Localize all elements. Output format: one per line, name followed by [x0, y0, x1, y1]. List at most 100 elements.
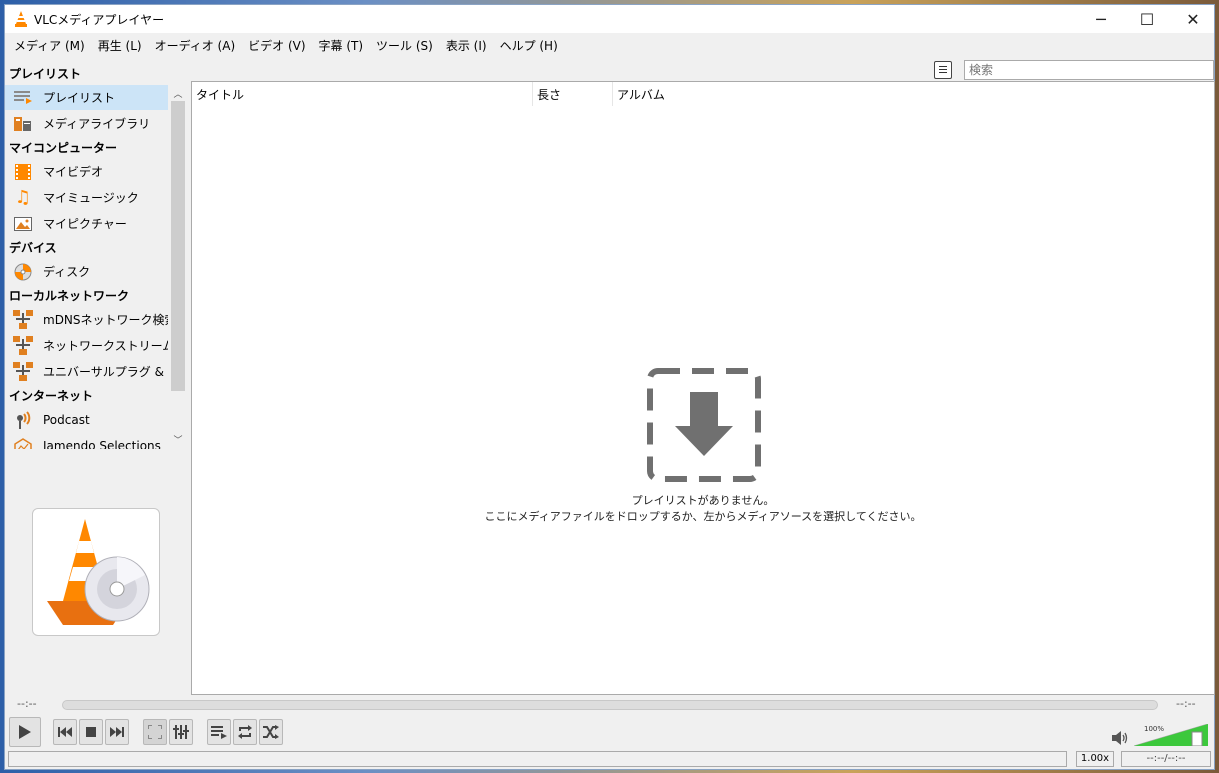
- menu-audio[interactable]: オーディオ (A): [149, 34, 241, 56]
- scroll-down-icon[interactable]: ﹀: [170, 433, 186, 447]
- equalizer-icon: [173, 725, 189, 739]
- sidebar-header-internet: インターネット: [9, 389, 94, 403]
- seek-slider[interactable]: [62, 700, 1158, 710]
- sidebar-item-label: プレイリスト: [43, 91, 116, 105]
- elapsed-time: --:--: [17, 697, 37, 710]
- empty-playlist-hint: ここにメディアファイルをドロップするか、左からメディアソースを選択してください。: [484, 510, 922, 523]
- menu-playback[interactable]: 再生 (L): [92, 34, 147, 56]
- loop-icon: [238, 725, 252, 739]
- scroll-up-icon[interactable]: ︿: [170, 87, 186, 101]
- maximize-button[interactable]: ☐: [1124, 5, 1170, 33]
- status-bar: [8, 751, 1067, 767]
- picture-icon: [13, 215, 33, 233]
- volume-slider[interactable]: [1134, 724, 1208, 746]
- sidebar-item-label: ユニバーサルプラグ & プ...: [43, 365, 168, 379]
- network-icon: [13, 335, 33, 355]
- sidebar-item-jamendo[interactable]: Jamendo Selections: [5, 433, 168, 449]
- extended-settings-button[interactable]: [169, 719, 193, 745]
- vlc-cone-art-icon: [47, 519, 150, 625]
- shuffle-button[interactable]: [259, 719, 283, 745]
- list-view-icon: [939, 66, 947, 73]
- media-library-icon: [13, 115, 33, 133]
- sidebar: プレイリスト プレイリスト メディアライブラリ マイコンピューター マイビデオ …: [5, 59, 187, 449]
- empty-playlist-message: プレイリストがありません。: [631, 494, 775, 507]
- drop-download-icon: [647, 368, 761, 482]
- column-header-title[interactable]: タイトル: [192, 82, 533, 106]
- sidebar-item-mdns[interactable]: mDNSネットワーク検索: [5, 307, 168, 332]
- sidebar-item-media-library[interactable]: メディアライブラリ: [5, 111, 168, 136]
- shuffle-icon: [263, 725, 279, 739]
- speaker-icon[interactable]: [1112, 731, 1130, 745]
- scrollbar-thumb[interactable]: [171, 101, 185, 391]
- close-button[interactable]: ✕: [1170, 5, 1216, 33]
- vlc-cone-icon: [15, 11, 27, 27]
- film-icon: [13, 163, 33, 181]
- minimize-icon: ─: [1096, 9, 1106, 29]
- vlc-window: VLCメディアプレイヤー ─ ☐ ✕ メディア (M) 再生 (L) オーディオ…: [4, 4, 1215, 770]
- next-button[interactable]: [105, 719, 129, 745]
- menu-video[interactable]: ビデオ (V): [242, 34, 310, 56]
- play-button[interactable]: [9, 717, 41, 747]
- disc-icon: [13, 263, 33, 281]
- sidebar-item-label: マイミュージック: [43, 191, 139, 205]
- stop-button[interactable]: [79, 719, 103, 745]
- playback-speed[interactable]: 1.00x: [1076, 751, 1114, 767]
- minimize-button[interactable]: ─: [1078, 5, 1124, 33]
- next-icon: [110, 727, 124, 737]
- sidebar-header-devices: デバイス: [9, 241, 57, 255]
- network-icon: [13, 361, 33, 381]
- stop-icon: [86, 727, 96, 737]
- music-note-icon: ♫: [14, 187, 32, 208]
- sidebar-item-my-pictures[interactable]: マイピクチャー: [5, 211, 168, 236]
- sidebar-item-label: マイピクチャー: [43, 217, 127, 231]
- previous-button[interactable]: [53, 719, 77, 745]
- sidebar-item-label: ネットワークストリーム(SAP): [43, 339, 168, 353]
- maximize-icon: ☐: [1139, 9, 1155, 29]
- previous-icon: [58, 727, 72, 737]
- sidebar-item-podcast[interactable]: Podcast: [5, 407, 168, 432]
- sidebar-item-playlist[interactable]: プレイリスト: [5, 85, 168, 110]
- sidebar-item-label: マイビデオ: [43, 165, 104, 179]
- fullscreen-button[interactable]: [143, 719, 167, 745]
- sidebar-header-computer: マイコンピューター: [9, 141, 118, 155]
- sidebar-item-label: メディアライブラリ: [43, 117, 151, 131]
- time-display[interactable]: --:--/--:--: [1121, 751, 1211, 767]
- menu-bar: メディア (M) 再生 (L) オーディオ (A) ビデオ (V) 字幕 (T)…: [5, 34, 1214, 56]
- title-bar: VLCメディアプレイヤー ─ ☐ ✕: [5, 5, 1214, 33]
- search-input[interactable]: [964, 60, 1214, 80]
- playlist-view-toggle-button[interactable]: [934, 61, 952, 79]
- sidebar-item-upnp[interactable]: ユニバーサルプラグ & プ...: [5, 359, 168, 384]
- sidebar-item-my-videos[interactable]: マイビデオ: [5, 159, 168, 184]
- sidebar-scrollbar[interactable]: ︿ ﹀: [170, 87, 186, 449]
- remaining-time[interactable]: --:--: [1176, 697, 1196, 710]
- playlist-view[interactable]: タイトル 長さ アルバム プレイリストがありません。 ここにメディアファイルをド…: [191, 81, 1215, 695]
- sidebar-item-my-music[interactable]: ♫ マイミュージック: [5, 185, 168, 210]
- fullscreen-icon: [148, 725, 162, 739]
- playlist-icon: [13, 89, 33, 107]
- sidebar-item-disc[interactable]: ディスク: [5, 259, 168, 284]
- menu-media[interactable]: メディア (M): [8, 34, 90, 56]
- sidebar-item-label: Jamendo Selections: [43, 438, 161, 450]
- sidebar-header-local-network: ローカルネットワーク: [9, 289, 130, 303]
- sidebar-item-label: mDNSネットワーク検索: [43, 313, 168, 327]
- sidebar-item-label: ディスク: [43, 265, 91, 279]
- podcast-icon: [13, 410, 33, 429]
- playlist-icon: [211, 726, 227, 739]
- jamendo-icon: [13, 437, 33, 449]
- sidebar-header-playlist: プレイリスト: [9, 67, 82, 81]
- column-header-album[interactable]: アルバム: [613, 82, 793, 106]
- menu-help[interactable]: ヘルプ (H): [494, 34, 563, 56]
- close-icon: ✕: [1186, 9, 1200, 29]
- album-art: [32, 508, 160, 636]
- loop-button[interactable]: [233, 719, 257, 745]
- sidebar-item-sap[interactable]: ネットワークストリーム(SAP): [5, 333, 168, 358]
- menu-subtitle[interactable]: 字幕 (T): [313, 34, 369, 56]
- menu-view[interactable]: 表示 (I): [440, 34, 492, 56]
- window-title: VLCメディアプレイヤー: [34, 13, 165, 27]
- menu-tools[interactable]: ツール (S): [370, 34, 438, 56]
- column-header-duration[interactable]: 長さ: [533, 82, 613, 106]
- play-icon: [19, 725, 31, 739]
- toggle-playlist-button[interactable]: [207, 719, 231, 745]
- sidebar-item-label: Podcast: [43, 412, 90, 427]
- network-icon: [13, 309, 33, 329]
